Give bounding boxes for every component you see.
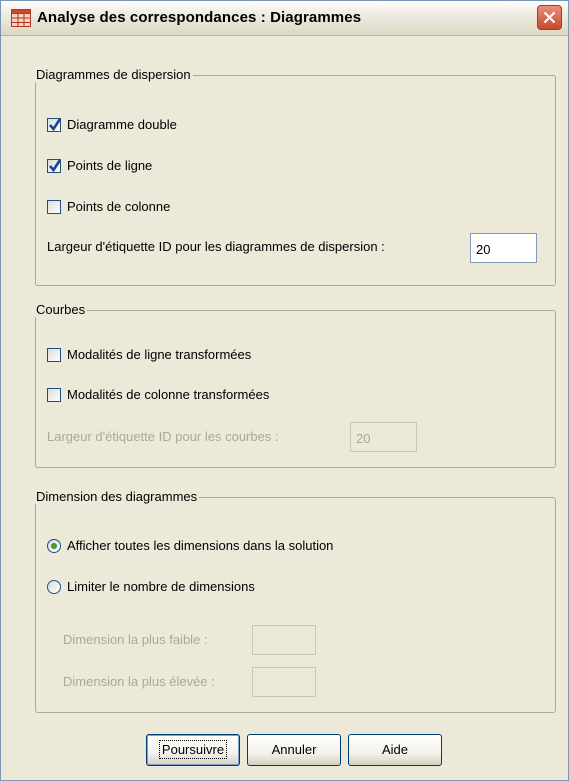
plot-dimensions-group-title: Dimension des diagrammes xyxy=(34,489,200,504)
curves-id-width-label: Largeur d'étiquette ID pour les courbes … xyxy=(47,429,279,444)
row-points-checkbox[interactable]: Points de ligne xyxy=(47,158,152,173)
scatter-id-width-text: Largeur d'étiquette ID pour les diagramm… xyxy=(47,239,385,254)
help-button[interactable]: Aide xyxy=(348,734,442,766)
column-points-checkbox[interactable]: Points de colonne xyxy=(47,199,170,214)
show-all-dimensions-label: Afficher toutes les dimensions dans la s… xyxy=(67,538,334,553)
checkbox-box[interactable] xyxy=(47,117,62,132)
curves-id-width-text: Largeur d'étiquette ID pour les courbes … xyxy=(47,429,279,444)
transformed-column-categories-checkbox[interactable]: Modalités de colonne transformées xyxy=(47,387,269,402)
table-icon xyxy=(11,9,31,27)
checkbox-box[interactable] xyxy=(47,199,61,214)
transformed-row-categories-checkbox[interactable]: Modalités de ligne transformées xyxy=(47,347,251,362)
curves-group-title: Courbes xyxy=(34,302,88,317)
checkbox-box[interactable] xyxy=(47,347,61,362)
close-button[interactable] xyxy=(537,5,562,30)
title-bar: Analyse des correspondances : Diagrammes xyxy=(1,1,568,36)
highest-dimension-text: Dimension la plus élevée : xyxy=(63,674,215,689)
lowest-dimension-label: Dimension la plus faible : xyxy=(63,632,208,647)
continue-button[interactable]: Poursuivre xyxy=(146,734,240,766)
scatter-id-width-value: 20 xyxy=(476,242,491,257)
restrict-dimensions-label: Limiter le nombre de dimensions xyxy=(67,579,255,594)
checkbox-box[interactable] xyxy=(47,158,62,173)
column-points-label: Points de colonne xyxy=(67,199,171,214)
dialog-window: Analyse des correspondances : Diagrammes… xyxy=(0,0,569,781)
transformed-column-categories-label: Modalités de colonne transformées xyxy=(67,387,270,402)
window-title: Analyse des correspondances : Diagrammes xyxy=(37,9,362,26)
show-all-dimensions-radio[interactable]: Afficher toutes les dimensions dans la s… xyxy=(47,538,333,553)
cancel-button[interactable]: Annuler xyxy=(247,734,341,766)
biplot-label: Diagramme double xyxy=(67,117,177,132)
help-button-label: Aide xyxy=(381,742,409,757)
close-icon xyxy=(543,11,556,24)
lowest-dimension-text: Dimension la plus faible : xyxy=(63,632,208,647)
radio-button[interactable] xyxy=(47,538,61,553)
highest-dimension-input[interactable] xyxy=(252,667,316,697)
radio-button[interactable] xyxy=(47,579,61,594)
row-points-label: Points de ligne xyxy=(67,158,153,173)
checkmark-icon xyxy=(49,158,62,172)
lowest-dimension-input[interactable] xyxy=(252,625,316,655)
restrict-dimensions-radio[interactable]: Limiter le nombre de dimensions xyxy=(47,579,255,594)
checkbox-box[interactable] xyxy=(47,387,61,402)
curves-id-width-value: 20 xyxy=(356,431,371,446)
transformed-row-categories-label: Modalités de ligne transformées xyxy=(67,347,252,362)
curves-id-width-input[interactable]: 20 xyxy=(350,422,417,452)
cancel-button-label: Annuler xyxy=(271,742,317,757)
checkmark-icon xyxy=(49,117,62,131)
scatter-plots-group-title: Diagrammes de dispersion xyxy=(34,67,193,82)
continue-button-label: Poursuivre xyxy=(158,740,228,759)
scatter-id-width-input[interactable]: 20 xyxy=(470,233,537,263)
biplot-checkbox[interactable]: Diagramme double xyxy=(47,117,177,132)
highest-dimension-label: Dimension la plus élevée : xyxy=(63,674,215,689)
scatter-id-width-label: Largeur d'étiquette ID pour les diagramm… xyxy=(47,239,385,254)
